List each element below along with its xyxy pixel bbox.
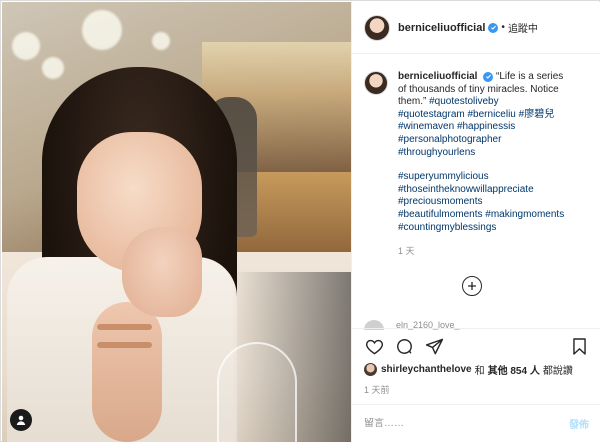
hashtag-link[interactable]: #countingmyblessings: [398, 222, 573, 235]
hashtag-link[interactable]: #廖碧兒: [519, 109, 555, 120]
username-link[interactable]: berniceliuofficial: [398, 22, 485, 34]
post-comment-button[interactable]: 發佈: [569, 416, 589, 431]
caption-row: berniceliuofficial “Life is a series of …: [364, 71, 591, 234]
hashtag-link[interactable]: #quotestoliveby: [429, 96, 499, 107]
separator-dot: •: [501, 22, 505, 33]
instagram-post: berniceliuofficial • 追蹤中 berniceliuoffic…: [0, 0, 600, 442]
hashtag-link[interactable]: #thoseintheknowwillappreciate: [398, 184, 573, 197]
follow-status-button[interactable]: 追蹤中: [508, 20, 538, 35]
bokeh-light: [82, 10, 122, 50]
hashtag-link[interactable]: #personalphotographer: [398, 134, 573, 147]
comment-input[interactable]: [364, 418, 569, 429]
post-side-panel: berniceliuofficial • 追蹤中 berniceliuoffic…: [351, 2, 600, 442]
bokeh-light: [152, 32, 170, 50]
bracelet: [97, 342, 152, 348]
bokeh-light: [42, 57, 64, 79]
likes-suffix: 都說讚: [542, 366, 573, 377]
post-timestamp[interactable]: 1 天前: [364, 383, 390, 396]
hashtag-link[interactable]: #throughyourlens: [398, 147, 573, 160]
caption-avatar[interactable]: [364, 71, 388, 95]
avatar[interactable]: [364, 14, 390, 41]
liker-username[interactable]: shirleychanthelove: [381, 364, 472, 375]
caption-username[interactable]: berniceliuofficial: [398, 71, 477, 82]
share-icon[interactable]: [424, 337, 444, 357]
caption-gap: [398, 159, 573, 171]
subject-arm: [92, 302, 162, 442]
user-tag-icon[interactable]: [10, 409, 32, 431]
wine-glass: [217, 342, 297, 442]
hashtag-link[interactable]: #makingmoments: [485, 209, 564, 220]
likes-and: 和: [474, 366, 485, 377]
bookmark-icon[interactable]: [569, 337, 589, 357]
hashtag-link[interactable]: #happinessis: [457, 121, 515, 132]
liker-avatar[interactable]: [364, 363, 377, 376]
hashtag-link[interactable]: #beautifulmoments: [398, 209, 483, 220]
comment-composer: 發佈: [352, 404, 600, 442]
caption-age: 1 天: [398, 246, 415, 257]
hashtag-link[interactable]: #preciousmoments: [398, 196, 573, 209]
post-header: berniceliuofficial • 追蹤中: [352, 2, 600, 54]
comment-icon[interactable]: [394, 337, 414, 357]
verified-badge-icon: [488, 22, 499, 33]
plus-circle-icon[interactable]: [462, 276, 482, 296]
caption-verified-icon: [483, 71, 494, 82]
bracelet: [97, 324, 152, 330]
hashtag-link[interactable]: #winemaven: [398, 121, 454, 132]
likes-count-link[interactable]: 其他 854 人: [488, 362, 540, 377]
subject-hand: [122, 227, 202, 317]
caption-text: berniceliuofficial “Life is a series of …: [398, 71, 573, 234]
hashtag-link[interactable]: #superyummylicious: [398, 171, 573, 184]
heart-icon[interactable]: [364, 337, 384, 357]
action-bar: [352, 328, 600, 364]
hashtag-link[interactable]: #berniceliu: [468, 109, 516, 120]
bokeh-light: [12, 32, 40, 60]
hashtag-link[interactable]: #quotestagram: [398, 109, 465, 120]
likes-summary: shirleychanthelove 和 其他 854 人 都說讚: [364, 362, 576, 377]
post-photo[interactable]: [2, 2, 351, 442]
